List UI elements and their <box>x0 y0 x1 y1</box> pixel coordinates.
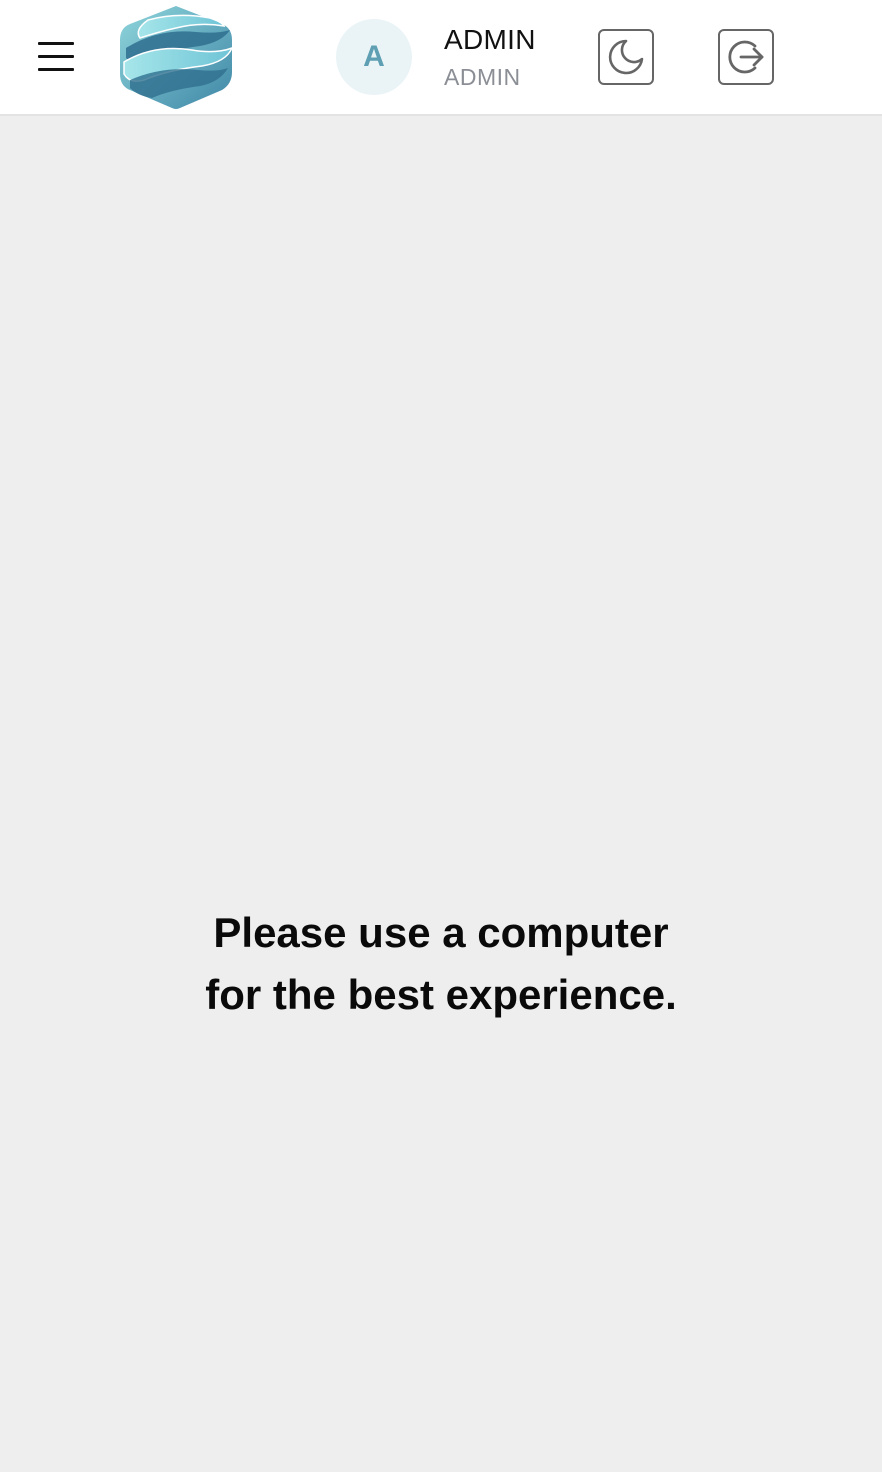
hamburger-menu-icon[interactable] <box>34 36 78 76</box>
brand-logo <box>120 6 234 109</box>
avatar[interactable]: A <box>336 19 412 95</box>
user-role: ADMIN <box>444 64 521 90</box>
theme-toggle-button[interactable] <box>598 29 654 85</box>
logout-icon <box>728 40 764 74</box>
top-header: A ADMIN ADMIN <box>0 0 882 116</box>
moon-icon <box>608 39 644 75</box>
logout-button[interactable] <box>718 29 774 85</box>
avatar-initial: A <box>363 40 385 73</box>
use-computer-message: Please use a computer for the best exper… <box>205 909 677 1018</box>
user-name: ADMIN <box>444 24 536 55</box>
